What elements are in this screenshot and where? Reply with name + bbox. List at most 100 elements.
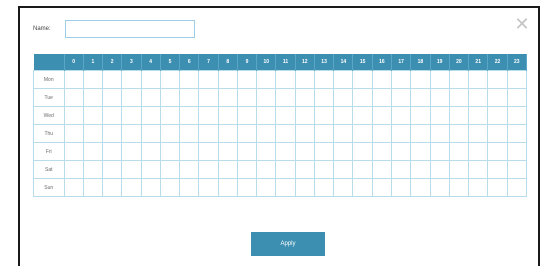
time-slot-cell[interactable] (159, 70, 181, 89)
time-slot-cell[interactable] (506, 88, 528, 107)
time-slot-cell[interactable] (275, 178, 296, 197)
time-slot-cell[interactable] (468, 178, 489, 197)
time-slot-cell[interactable] (410, 88, 431, 107)
time-slot-cell[interactable] (198, 88, 219, 107)
time-slot-cell[interactable] (140, 70, 161, 89)
time-slot-cell[interactable] (429, 142, 450, 161)
time-slot-cell[interactable] (352, 124, 373, 143)
time-slot-cell[interactable] (313, 70, 335, 89)
time-slot-cell[interactable] (275, 142, 296, 161)
time-slot-cell[interactable] (121, 160, 142, 179)
time-slot-cell[interactable] (371, 88, 393, 107)
time-slot-cell[interactable] (333, 88, 354, 107)
time-slot-cell[interactable] (371, 142, 393, 161)
time-slot-cell[interactable] (429, 88, 450, 107)
time-slot-cell[interactable] (179, 124, 200, 143)
time-slot-cell[interactable] (217, 178, 238, 197)
time-slot-cell[interactable] (294, 160, 315, 179)
time-slot-cell[interactable] (468, 124, 489, 143)
time-slot-cell[interactable] (198, 124, 219, 143)
time-slot-cell[interactable] (121, 70, 142, 89)
time-slot-cell[interactable] (429, 160, 450, 179)
time-slot-cell[interactable] (236, 88, 258, 107)
time-slot-cell[interactable] (313, 160, 335, 179)
time-slot-cell[interactable] (294, 106, 315, 125)
time-slot-cell[interactable] (256, 142, 277, 161)
time-slot-cell[interactable] (217, 106, 238, 125)
time-slot-cell[interactable] (63, 160, 84, 179)
time-slot-cell[interactable] (63, 106, 84, 125)
time-slot-cell[interactable] (217, 88, 238, 107)
time-slot-cell[interactable] (236, 160, 258, 179)
time-slot-cell[interactable] (102, 178, 123, 197)
time-slot-cell[interactable] (179, 160, 200, 179)
time-slot-cell[interactable] (275, 88, 296, 107)
time-slot-cell[interactable] (506, 142, 528, 161)
time-slot-cell[interactable] (391, 106, 412, 125)
close-icon[interactable]: ✕ (514, 15, 530, 33)
time-slot-cell[interactable] (352, 106, 373, 125)
time-slot-cell[interactable] (198, 178, 219, 197)
time-slot-cell[interactable] (506, 178, 528, 197)
time-slot-cell[interactable] (410, 70, 431, 89)
time-slot-cell[interactable] (275, 124, 296, 143)
time-slot-cell[interactable] (313, 106, 335, 125)
time-slot-cell[interactable] (371, 124, 393, 143)
time-slot-cell[interactable] (275, 106, 296, 125)
time-slot-cell[interactable] (198, 160, 219, 179)
time-slot-cell[interactable] (256, 106, 277, 125)
time-slot-cell[interactable] (371, 160, 393, 179)
time-slot-cell[interactable] (82, 124, 104, 143)
time-slot-cell[interactable] (333, 70, 354, 89)
time-slot-cell[interactable] (217, 124, 238, 143)
time-slot-cell[interactable] (217, 70, 238, 89)
time-slot-cell[interactable] (236, 70, 258, 89)
apply-button[interactable]: Apply (251, 232, 325, 256)
time-slot-cell[interactable] (391, 142, 412, 161)
time-slot-cell[interactable] (429, 70, 450, 89)
time-slot-cell[interactable] (352, 70, 373, 89)
time-slot-cell[interactable] (333, 124, 354, 143)
time-slot-cell[interactable] (333, 106, 354, 125)
time-slot-cell[interactable] (313, 88, 335, 107)
time-slot-cell[interactable] (448, 142, 470, 161)
time-slot-cell[interactable] (391, 70, 412, 89)
time-slot-cell[interactable] (63, 88, 84, 107)
time-slot-cell[interactable] (102, 70, 123, 89)
time-slot-cell[interactable] (63, 124, 84, 143)
name-input[interactable] (65, 20, 195, 38)
time-slot-cell[interactable] (179, 70, 200, 89)
time-slot-cell[interactable] (429, 178, 450, 197)
time-slot-cell[interactable] (294, 88, 315, 107)
time-slot-cell[interactable] (121, 124, 142, 143)
time-slot-cell[interactable] (275, 70, 296, 89)
time-slot-cell[interactable] (102, 160, 123, 179)
time-slot-cell[interactable] (102, 124, 123, 143)
time-slot-cell[interactable] (236, 178, 258, 197)
time-slot-cell[interactable] (140, 178, 161, 197)
time-slot-cell[interactable] (391, 124, 412, 143)
time-slot-cell[interactable] (256, 124, 277, 143)
time-slot-cell[interactable] (179, 88, 200, 107)
time-slot-cell[interactable] (448, 124, 470, 143)
time-slot-cell[interactable] (82, 70, 104, 89)
time-slot-cell[interactable] (487, 106, 508, 125)
time-slot-cell[interactable] (371, 178, 393, 197)
time-slot-cell[interactable] (256, 88, 277, 107)
time-slot-cell[interactable] (352, 88, 373, 107)
time-slot-cell[interactable] (198, 70, 219, 89)
time-slot-cell[interactable] (121, 142, 142, 161)
time-slot-cell[interactable] (179, 178, 200, 197)
time-slot-cell[interactable] (256, 160, 277, 179)
time-slot-cell[interactable] (294, 124, 315, 143)
time-slot-cell[interactable] (448, 88, 470, 107)
time-slot-cell[interactable] (468, 88, 489, 107)
time-slot-cell[interactable] (159, 178, 181, 197)
time-slot-cell[interactable] (313, 142, 335, 161)
time-slot-cell[interactable] (102, 106, 123, 125)
time-slot-cell[interactable] (198, 142, 219, 161)
time-slot-cell[interactable] (140, 124, 161, 143)
time-slot-cell[interactable] (352, 160, 373, 179)
time-slot-cell[interactable] (333, 142, 354, 161)
time-slot-cell[interactable] (121, 88, 142, 107)
